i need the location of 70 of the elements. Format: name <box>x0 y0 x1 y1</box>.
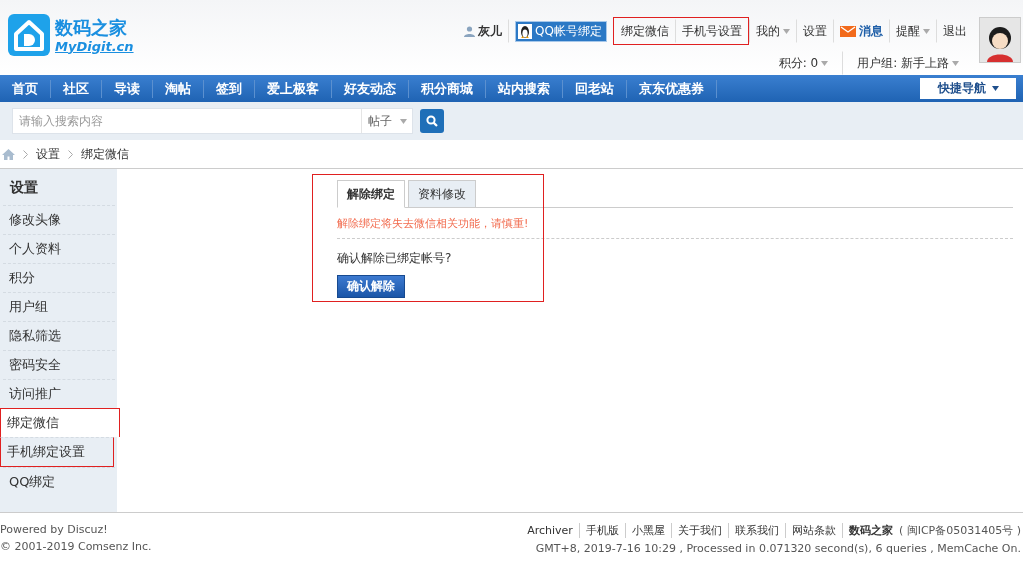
tab[interactable]: 解除绑定 <box>337 180 405 208</box>
sidebar-item[interactable]: 密码安全 <box>3 350 115 379</box>
messages-link[interactable]: 消息 <box>840 22 883 40</box>
tab[interactable]: 资料修改 <box>408 180 476 208</box>
chevron-icon <box>68 149 73 159</box>
footer-link[interactable]: Archiver <box>521 524 579 537</box>
stat-dropdown[interactable]: 积分: 0 <box>778 54 829 72</box>
user-link[interactable]: 灰儿 <box>464 22 503 40</box>
nav-item[interactable]: 积分商城 <box>409 79 486 98</box>
search-field[interactable]: 请输入搜索内容 帖子 <box>12 108 413 134</box>
header-link[interactable]: 手机号设置 <box>682 22 742 40</box>
sidebar-item[interactable]: 隐私筛选 <box>3 321 115 350</box>
stat-dropdown[interactable]: 用户组: 新手上路 <box>857 54 959 72</box>
dropdown-link[interactable]: 提醒 <box>896 22 930 40</box>
nav-item[interactable]: 社区 <box>51 79 102 98</box>
nav-item[interactable]: 回老站 <box>563 79 627 98</box>
nav-item[interactable]: 站内搜索 <box>486 79 563 98</box>
breadcrumb-link[interactable]: 设置 <box>36 145 60 163</box>
search-button[interactable] <box>420 109 444 133</box>
dropdown-link[interactable]: 我的 <box>756 22 790 40</box>
nav-item[interactable]: 京东优惠券 <box>627 79 717 98</box>
sidebar-title: 设置 <box>8 178 39 197</box>
footer-link[interactable]: 网站条款 <box>784 523 842 538</box>
copyright-text: © 2001-2019 Comsenz Inc. <box>0 540 152 553</box>
confirm-button[interactable]: 确认解除 <box>337 275 405 298</box>
logo-domain: MyDigit.cn <box>55 38 134 54</box>
confirm-question: 确认解除已绑定帐号? <box>337 250 453 267</box>
warning-text: 解除绑定将失去微信相关功能，请慎重! <box>337 208 1013 239</box>
caret-icon <box>783 28 790 34</box>
sidebar-item[interactable]: 修改头像 <box>3 205 115 234</box>
nav-item[interactable]: 淘帖 <box>153 79 204 98</box>
sidebar-item[interactable]: QQ绑定 <box>3 467 115 496</box>
sidebar-item[interactable]: 用户组 <box>3 292 115 321</box>
mail-icon <box>840 25 856 37</box>
user-icon <box>464 25 476 37</box>
sidebar-item[interactable]: 积分 <box>3 263 115 292</box>
footer-link[interactable]: 手机版 <box>578 523 625 538</box>
qq-bind-button[interactable]: QQ帐号绑定 <box>515 20 607 42</box>
caret-icon <box>399 118 407 124</box>
chevron-icon <box>23 149 28 159</box>
logo-name: 数码之家 <box>55 16 128 39</box>
header-link[interactable]: 退出 <box>943 22 967 40</box>
header-link[interactable]: 设置 <box>803 22 827 40</box>
caret-icon <box>991 86 999 91</box>
footer-link[interactable]: 小黑屋 <box>624 523 671 538</box>
nav-item[interactable]: 首页 <box>0 79 51 98</box>
caret-icon <box>821 60 829 66</box>
nav-item[interactable]: 好友动态 <box>332 79 409 98</box>
nav-item[interactable]: 签到 <box>204 79 255 98</box>
logo-icon <box>8 14 50 56</box>
quick-nav-button[interactable]: 快捷导航 <box>920 78 1016 99</box>
sidebar-item[interactable]: 绑定微信 <box>0 408 120 437</box>
footer-link[interactable]: 关于我们 <box>670 523 728 538</box>
penguin-icon <box>518 23 533 39</box>
sidebar-item[interactable]: 个人资料 <box>3 234 115 263</box>
sidebar-item[interactable]: 手机绑定设置 <box>0 437 114 467</box>
icp-link[interactable]: ( 闽ICP备05031405号 ) <box>898 523 1021 538</box>
avatar[interactable] <box>979 17 1021 63</box>
processing-stats: GMT+8, 2019-7-16 10:29 , Processed in 0.071320 second(s), 6 queries , MemCache On. <box>535 542 1021 555</box>
scope-dropdown[interactable]: 帖子 <box>361 109 412 133</box>
caret-icon <box>952 60 959 66</box>
nav-item[interactable]: 导读 <box>102 79 153 98</box>
footer-link[interactable]: 数码之家 <box>841 523 899 538</box>
header-link[interactable]: 绑定微信 <box>621 22 669 40</box>
caret-icon <box>923 28 930 34</box>
powered-by-text: Powered by Discuz! <box>0 523 108 536</box>
footer-link[interactable]: 联系我们 <box>727 523 785 538</box>
search-icon <box>426 115 438 127</box>
breadcrumb-link[interactable]: 绑定微信 <box>81 145 129 163</box>
nav-item[interactable]: 爱上极客 <box>255 79 332 98</box>
